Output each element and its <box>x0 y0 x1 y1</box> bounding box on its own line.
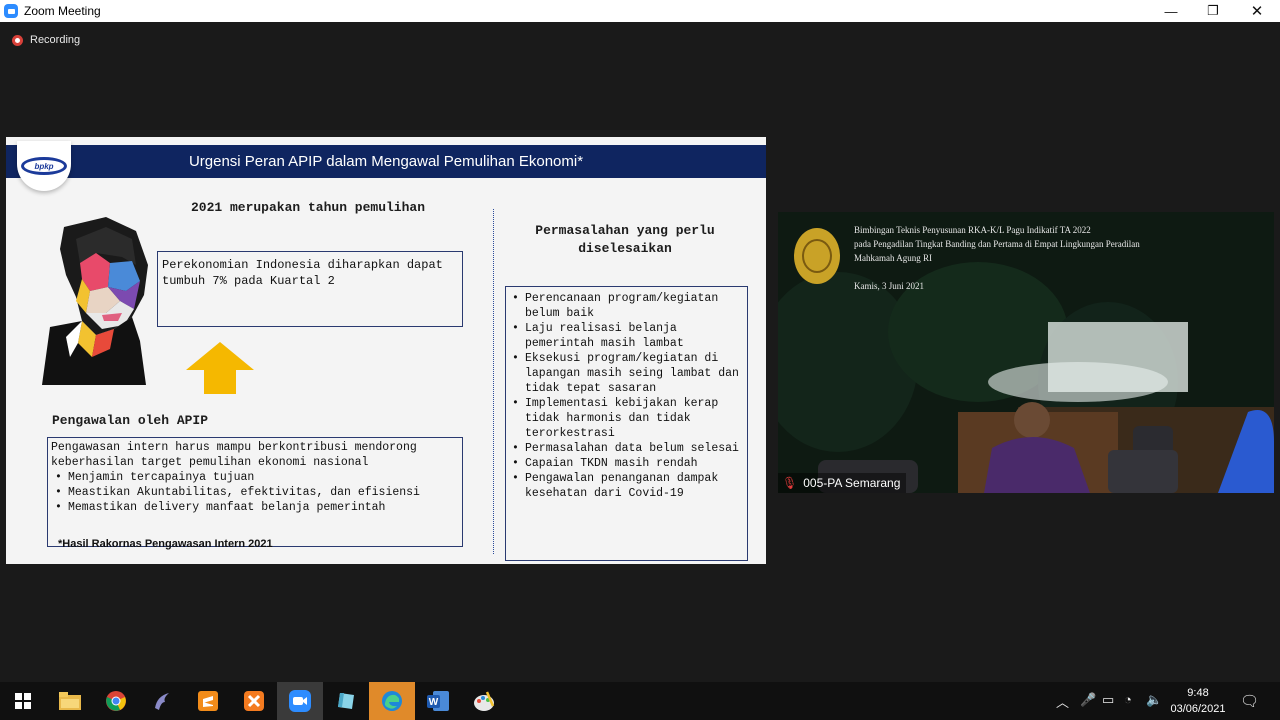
problem-item: Permasalahan data belum selesai <box>508 441 745 456</box>
court-emblem-icon <box>794 228 840 284</box>
slide-title: Urgensi Peran APIP dalam Mengawal Pemuli… <box>188 153 584 170</box>
clock-time: 9:48 <box>1187 687 1209 699</box>
word-icon[interactable]: W <box>415 682 461 720</box>
apip-box: Pengawasan intern harus mampu berkontrib… <box>47 437 463 547</box>
muted-mic-icon: 🎙 <box>782 476 798 490</box>
problem-item: Capaian TKDN masih rendah <box>508 456 745 471</box>
volume-icon[interactable]: 🔈 <box>1146 692 1162 708</box>
system-clock[interactable]: 9:48 03/06/2021 <box>1168 686 1228 717</box>
window-title-bar: Zoom Meeting — ❐ ✕ <box>0 0 1280 22</box>
footnote: *Hasil Rakornas Pengawasan Intern 2021 <box>58 538 273 550</box>
windows-start-icon[interactable] <box>0 682 46 720</box>
problems-list: Perencanaan program/kegiatan belum baik … <box>508 291 745 501</box>
paint-icon[interactable] <box>461 682 507 720</box>
participant-video[interactable]: Bimbingan Teknis Penyusunan RKA-K/L Pagu… <box>778 212 1274 493</box>
window-title: Zoom Meeting <box>24 4 101 18</box>
notification-icon[interactable]: 🗨 <box>1240 692 1259 710</box>
notepad-icon[interactable] <box>323 682 369 720</box>
dolphin-icon[interactable] <box>139 682 185 720</box>
apip-point: Meastikan Akuntabilitas, efektivitas, da… <box>51 485 459 500</box>
apip-heading: Pengawalan oleh APIP <box>52 413 209 428</box>
shared-slide: Urgensi Peran APIP dalam Mengawal Pemuli… <box>6 137 766 564</box>
apip-intro: Pengawasan intern harus mampu berkontrib… <box>51 441 417 469</box>
video-caption: Bimbingan Teknis Penyusunan RKA-K/L Pagu… <box>854 223 1140 293</box>
zoom-icon[interactable] <box>277 682 323 720</box>
close-button[interactable]: ✕ <box>1234 0 1280 22</box>
maximize-button[interactable]: ❐ <box>1190 0 1236 22</box>
video-caption-line2: pada Pengadilan Tingkat Banding dan Pert… <box>854 239 1140 249</box>
up-arrow-icon <box>186 342 254 394</box>
file-explorer-icon[interactable] <box>47 682 93 720</box>
participant-name-label: 🎙 005-PA Semarang <box>778 473 907 493</box>
participant-name: 005-PA Semarang <box>803 476 901 490</box>
problems-box: Perencanaan program/kegiatan belum baik … <box>505 286 748 561</box>
problem-item: Laju realisasi belanja pemerintah masih … <box>508 321 745 351</box>
portrait-illustration <box>42 217 148 385</box>
video-caption-line3: Mahkamah Agung RI <box>854 253 932 263</box>
apip-points: Menjamin tercapainya tujuan Meastikan Ak… <box>51 470 459 515</box>
edge-icon[interactable] <box>369 682 415 720</box>
video-caption-date: Kamis, 3 Juni 2021 <box>854 281 925 291</box>
problem-item: Eksekusi program/kegiatan di lapangan ma… <box>508 351 745 396</box>
bpkp-logo: bpkp <box>17 141 71 191</box>
right-heading: Permasalahan yang perlu diselesaikan <box>535 223 715 256</box>
problem-item: Pengawalan penanganan dampak kesehatan d… <box>508 471 745 501</box>
battery-icon[interactable]: ▭ <box>1102 692 1114 708</box>
minimize-button[interactable]: — <box>1148 0 1194 22</box>
problem-item: Implementasi kebijakan kerap tidak harmo… <box>508 396 745 441</box>
windows-taskbar: W ︿ 🎤 ▭ ◔ 🔈 9:48 03/06/2021 🗨 <box>0 682 1280 720</box>
apip-point: Memastikan delivery manfaat belanja peme… <box>51 500 459 515</box>
logo-text: bpkp <box>34 161 54 171</box>
meeting-area: Recording Urgensi Peran APIP dalam Menga… <box>0 22 1280 682</box>
slide-header: Urgensi Peran APIP dalam Mengawal Pemuli… <box>6 145 766 178</box>
microphone-icon[interactable]: 🎤 <box>1080 692 1096 708</box>
chrome-icon[interactable] <box>93 682 139 720</box>
recording-icon <box>12 34 23 46</box>
growth-text: Perekonomian Indonesia diharapkan dapat … <box>162 258 443 288</box>
video-caption-line1: Bimbingan Teknis Penyusunan RKA-K/L Pagu… <box>854 225 1091 235</box>
chevron-up-icon[interactable]: ︿ <box>1056 692 1069 711</box>
growth-box: Perekonomian Indonesia diharapkan dapat … <box>157 251 463 327</box>
left-heading: 2021 merupakan tahun pemulihan <box>190 200 426 215</box>
problem-item: Perencanaan program/kegiatan belum baik <box>508 291 745 321</box>
apip-point: Menjamin tercapainya tujuan <box>51 470 459 485</box>
sublime-icon[interactable] <box>185 682 231 720</box>
clock-date: 03/06/2021 <box>1170 703 1226 715</box>
recording-indicator[interactable]: Recording <box>12 34 80 46</box>
xampp-icon[interactable] <box>231 682 277 720</box>
svg-text:W: W <box>429 697 439 708</box>
recording-label: Recording <box>30 34 81 46</box>
slide-divider <box>493 209 494 554</box>
zoom-app-icon <box>4 4 18 18</box>
wifi-icon[interactable]: ◔ <box>1124 692 1132 707</box>
